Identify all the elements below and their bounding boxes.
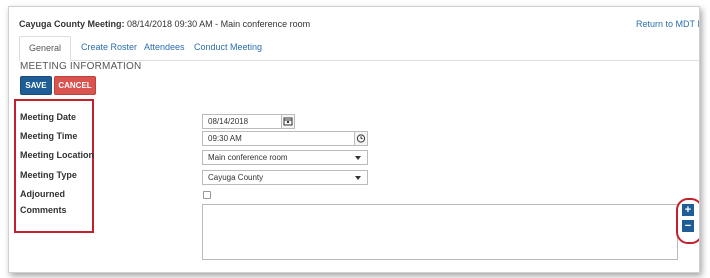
meeting-location-select[interactable]: Main conference room bbox=[202, 150, 368, 165]
meeting-title: Cayuga County Meeting: 08/14/2018 09:30 … bbox=[19, 19, 310, 29]
meeting-location-value: Main conference room bbox=[208, 153, 288, 162]
meeting-title-details: 08/14/2018 09:30 AM - Main conference ro… bbox=[124, 19, 311, 29]
calendar-icon[interactable] bbox=[281, 115, 294, 128]
meeting-type-select[interactable]: Cayuga County bbox=[202, 170, 368, 185]
meeting-date-label: Meeting Date bbox=[20, 112, 77, 122]
tab-bar: General Create Roster Attendees Conduct … bbox=[19, 36, 699, 61]
meeting-time-label: Meeting Time bbox=[20, 131, 78, 141]
meeting-location-label: Meeting Location bbox=[20, 150, 94, 160]
comments-textarea[interactable] bbox=[202, 204, 678, 260]
return-to-mdt-link[interactable]: Return to MDT Me bbox=[636, 19, 699, 29]
tab-conduct-meeting[interactable]: Conduct Meeting bbox=[185, 36, 271, 59]
meeting-type-value: Cayuga County bbox=[208, 173, 264, 182]
remove-comment-button[interactable]: − bbox=[682, 220, 694, 232]
clock-icon[interactable] bbox=[354, 132, 367, 145]
comments-label: Comments bbox=[20, 205, 67, 215]
meeting-date-input[interactable]: 08/14/2018 bbox=[202, 114, 295, 129]
cancel-button[interactable]: CANCEL bbox=[54, 76, 96, 95]
meeting-time-input[interactable]: 09:30 AM bbox=[202, 131, 368, 146]
adjourned-checkbox[interactable] bbox=[203, 191, 211, 199]
adjourned-label: Adjourned bbox=[20, 189, 65, 199]
section-title: MEETING INFORMATION bbox=[20, 61, 142, 72]
chevron-down-icon bbox=[355, 176, 361, 180]
add-comment-button[interactable]: + bbox=[682, 204, 694, 216]
tab-general[interactable]: General bbox=[19, 36, 72, 61]
meeting-date-value: 08/14/2018 bbox=[208, 117, 249, 126]
meeting-time-value: 09:30 AM bbox=[208, 134, 242, 143]
chevron-down-icon bbox=[355, 156, 361, 160]
meeting-title-name: Cayuga County Meeting: bbox=[19, 19, 125, 29]
meeting-type-label: Meeting Type bbox=[20, 170, 77, 180]
save-button[interactable]: SAVE bbox=[20, 76, 52, 95]
meeting-window: Cayuga County Meeting: 08/14/2018 09:30 … bbox=[8, 6, 700, 273]
